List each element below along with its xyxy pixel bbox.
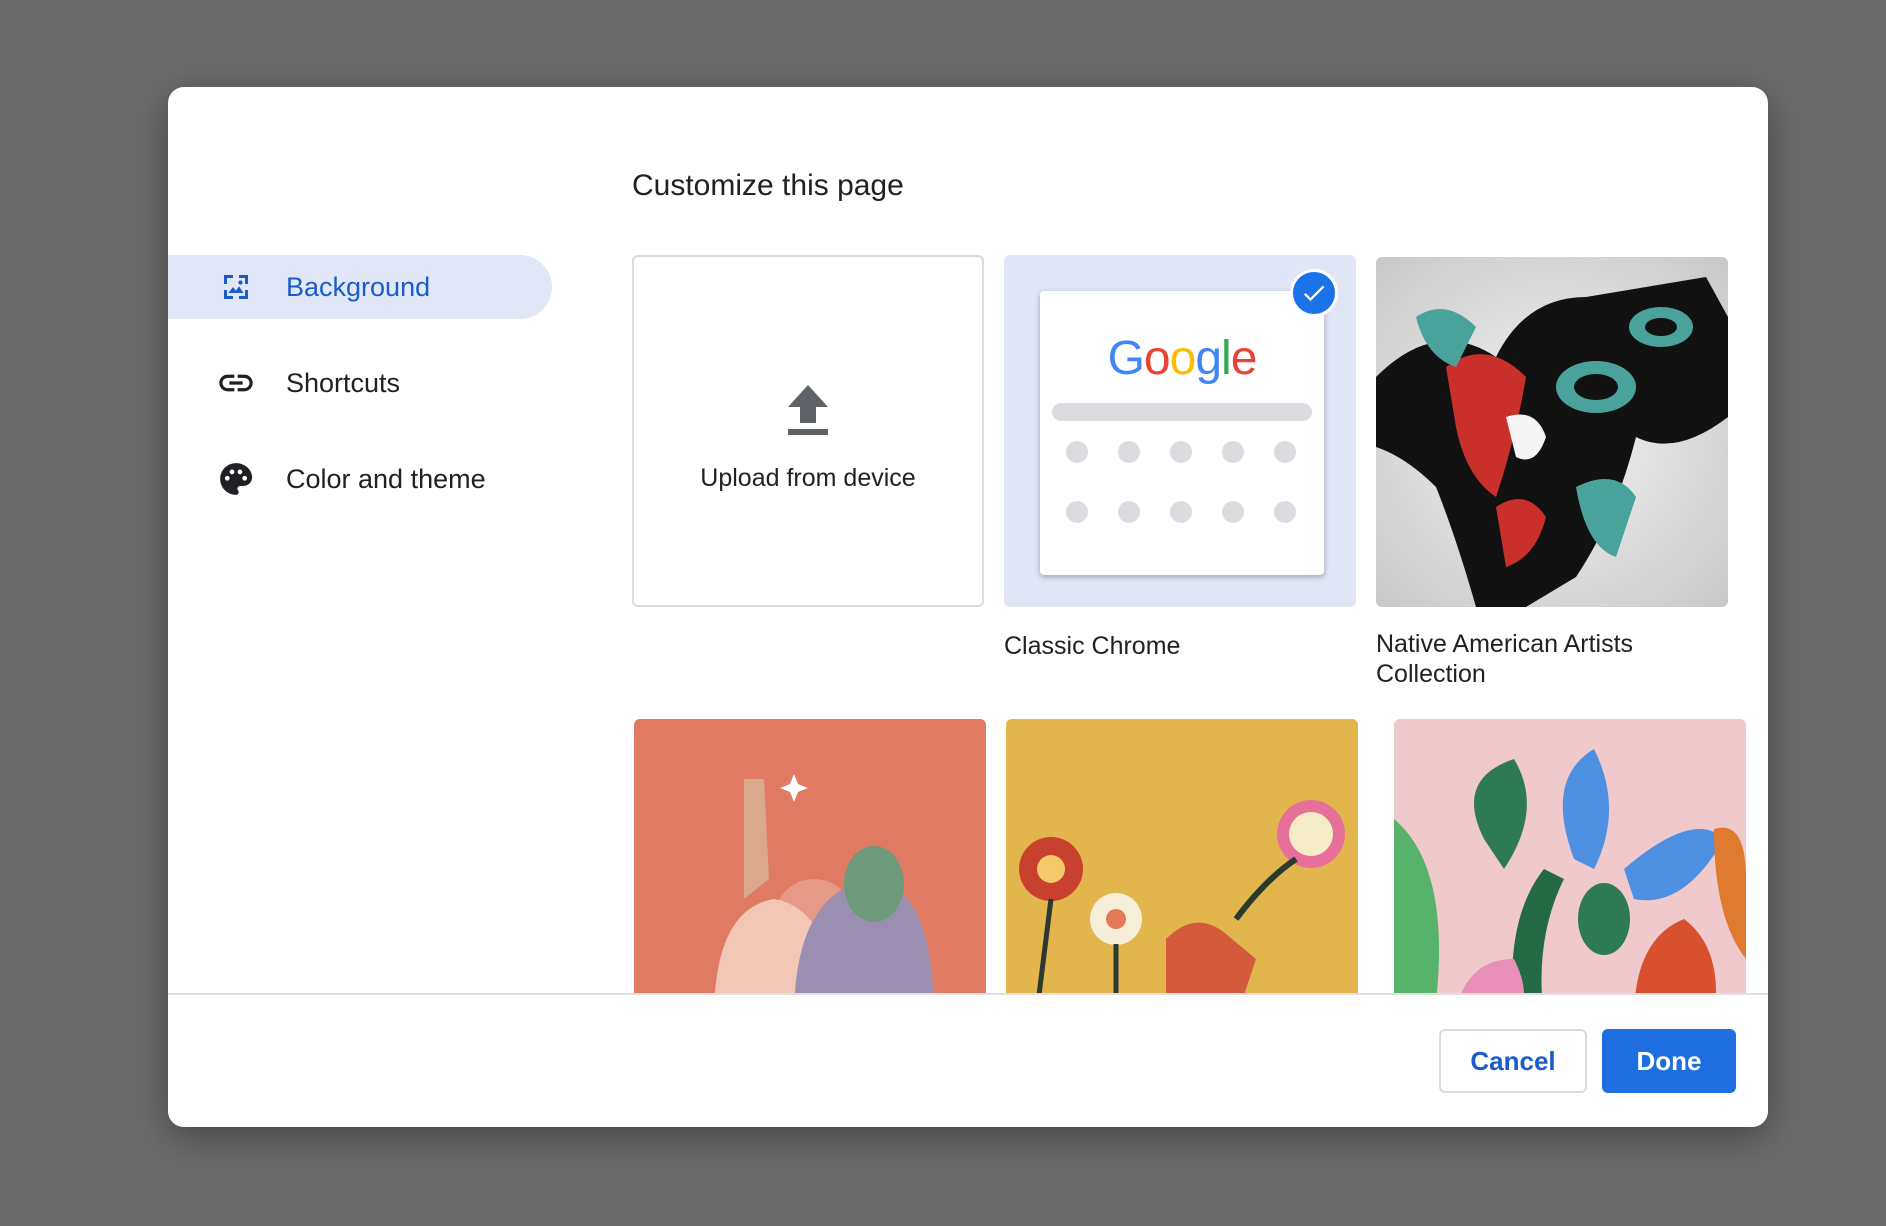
shortcut-dot [1118,501,1140,523]
art-image-sky [634,719,986,995]
background-image-icon [216,267,256,307]
customize-dialog: Customize this page Background Shortcuts [168,87,1768,1127]
sidebar-item-shortcuts[interactable]: Shortcuts [168,351,552,415]
shortcut-dot [1066,441,1088,463]
art-tile-flowers-yellow[interactable] [1006,719,1358,995]
art-image-leaves [1394,719,1746,995]
classic-chrome-preview: Google [1040,291,1324,575]
dialog-title: Customize this page [632,169,904,202]
link-icon [216,363,256,403]
upload-icon [786,385,830,441]
shortcut-dot [1170,501,1192,523]
done-button[interactable]: Done [1602,1029,1736,1093]
native-american-artists-caption: Native American Artists Collection [1376,630,1634,688]
native-american-artists-tile[interactable] [1376,257,1728,607]
art-tile-sky[interactable] [634,719,986,995]
sidebar-item-label: Background [286,271,431,302]
palette-icon [216,459,256,499]
google-logo: Google [1107,332,1258,385]
classic-chrome-tile[interactable]: Google [1004,255,1356,607]
art-image-flowers [1006,719,1358,995]
background-grid: Upload from device Google Classic Chrome… [632,255,1768,995]
shortcut-dot [1066,501,1088,523]
sidebar-item-label: Color and theme [286,463,486,494]
native-art-image [1376,257,1728,607]
upload-from-device-tile[interactable]: Upload from device [632,255,984,607]
shortcut-dot [1222,501,1244,523]
sidebar-nav: Background Shortcuts Color and theme [168,255,552,543]
classic-chrome-caption: Classic Chrome [1004,632,1181,660]
sidebar-item-color-and-theme[interactable]: Color and theme [168,447,552,511]
sidebar-item-label: Shortcuts [286,367,401,398]
shortcut-dot [1274,441,1296,463]
shortcut-dot [1274,501,1296,523]
art-tile-leaves-pink[interactable] [1394,719,1746,995]
search-bar-placeholder [1052,403,1312,421]
shortcut-dot [1222,441,1244,463]
shortcut-dot [1118,441,1140,463]
selected-check-icon [1290,269,1338,317]
upload-label: Upload from device [700,464,916,492]
dialog-footer: Cancel Done [168,993,1768,1127]
cancel-button[interactable]: Cancel [1439,1029,1587,1093]
sidebar-item-background[interactable]: Background [168,255,552,319]
shortcut-dot [1170,441,1192,463]
